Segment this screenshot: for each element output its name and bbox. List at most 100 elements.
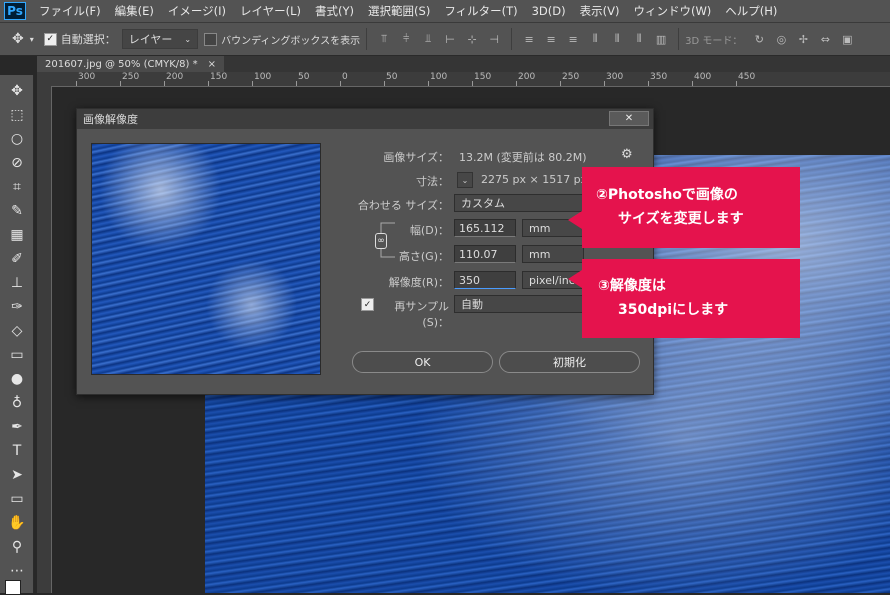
path-select-tool-icon[interactable]: ➤ bbox=[6, 465, 28, 485]
align-top-icon[interactable]: ⫪ bbox=[377, 32, 391, 46]
callout-resize-line1: ②Photoshoで画像の bbox=[596, 187, 738, 203]
resample-dropdown[interactable]: 自動 bbox=[454, 295, 584, 313]
bounding-box-checkbox[interactable] bbox=[204, 32, 218, 46]
dodge-tool-icon[interactable]: ♁ bbox=[6, 393, 28, 413]
reset-button[interactable]: 初期化 bbox=[499, 351, 640, 373]
document-tab-title: 201607.jpg @ 50% (CMYK/8) * bbox=[45, 58, 198, 70]
marquee-tool-icon[interactable]: ⬚ bbox=[6, 105, 28, 125]
align-right-icon[interactable]: ⊣ bbox=[487, 32, 501, 46]
ruler-tick-label: 250 bbox=[122, 72, 140, 82]
close-button[interactable]: ✕ bbox=[609, 111, 649, 126]
hand-tool-icon[interactable]: ✋ bbox=[6, 513, 28, 533]
auto-select-checkbox[interactable]: ✓ bbox=[43, 32, 57, 46]
brush-tool-icon[interactable]: ✐ bbox=[6, 249, 28, 269]
ruler-tick-label: 200 bbox=[166, 72, 184, 82]
width-input[interactable]: 165.112 bbox=[454, 219, 516, 237]
distribute-right-icon[interactable]: ⦀ bbox=[632, 32, 646, 46]
menu-help[interactable]: ヘルプ(H) bbox=[718, 3, 784, 19]
height-input[interactable]: 110.07 bbox=[454, 245, 516, 263]
auto-select-target-value: レイヤー bbox=[128, 33, 173, 46]
dimensions-label: 寸法： bbox=[416, 175, 449, 188]
history-brush-tool-icon[interactable]: ✑ bbox=[6, 297, 28, 317]
document-tab[interactable]: 201607.jpg @ 50% (CMYK/8) * × bbox=[37, 56, 224, 72]
auto-select-target-dropdown[interactable]: レイヤー ⌄ bbox=[121, 29, 199, 49]
more-tools-icon[interactable]: ⋯ bbox=[6, 561, 28, 581]
distribute-bottom-icon[interactable]: ≡ bbox=[566, 32, 580, 46]
distribute-top-icon[interactable]: ≡ bbox=[522, 32, 536, 46]
3d-scale-icon[interactable]: ▣ bbox=[840, 32, 854, 46]
height-unit-dropdown[interactable]: mm bbox=[522, 245, 584, 263]
chevron-down-icon: ⌄ bbox=[184, 34, 192, 44]
menu-type[interactable]: 書式(Y) bbox=[308, 3, 361, 19]
ruler-tick-label: 150 bbox=[210, 72, 228, 82]
dimensions-unit-dropdown[interactable]: ⌄ bbox=[457, 172, 473, 188]
zoom-tool-icon[interactable]: ⚲ bbox=[6, 537, 28, 557]
image-size-dialog: 画像解像度 ✕ 画像サイズ： 13.2M (変更前は 80.2M) ⚙ 寸法： … bbox=[76, 108, 654, 395]
ruler-tick bbox=[428, 81, 429, 86]
menu-select[interactable]: 選択範囲(S) bbox=[361, 3, 437, 19]
align-hcenter-icon[interactable]: ⊹ bbox=[465, 32, 479, 46]
eyedropper-tool-icon[interactable]: ✎ bbox=[6, 201, 28, 221]
tool-preset-dropdown[interactable]: ▾ bbox=[30, 35, 34, 44]
menu-3d[interactable]: 3D(D) bbox=[525, 4, 573, 18]
fit-to-label: 合わせる サイズ： bbox=[357, 199, 449, 212]
ruler-tick bbox=[76, 81, 77, 86]
3d-slide-icon[interactable]: ⇔ bbox=[818, 32, 832, 46]
menu-window[interactable]: ウィンドウ(W) bbox=[626, 3, 718, 19]
ruler-tick-label: 300 bbox=[606, 72, 624, 82]
callout-resolution: ③解像度は 350dpiにします bbox=[568, 259, 800, 338]
photoshop-logo: Ps bbox=[4, 2, 26, 20]
distribute-left-icon[interactable]: ⦀ bbox=[588, 32, 602, 46]
fit-to-dropdown[interactable]: カスタム bbox=[454, 194, 584, 212]
callout-resolution-line1: ③解像度は bbox=[598, 278, 666, 294]
menu-edit[interactable]: 編集(E) bbox=[108, 3, 161, 19]
close-icon[interactable]: × bbox=[208, 59, 216, 70]
3d-roll-icon[interactable]: ◎ bbox=[774, 32, 788, 46]
3d-pan-icon[interactable]: ✢ bbox=[796, 32, 810, 46]
3d-rotate-icon[interactable]: ↻ bbox=[752, 32, 766, 46]
dimensions-value: 2275 px × 1517 px bbox=[481, 173, 588, 186]
distribute-hcenter-icon[interactable]: ⦀ bbox=[610, 32, 624, 46]
ok-button[interactable]: OK bbox=[352, 351, 493, 373]
pen-tool-icon[interactable]: ✒ bbox=[6, 417, 28, 437]
eraser-tool-icon[interactable]: ◇ bbox=[6, 321, 28, 341]
ruler-tick-label: 350 bbox=[650, 72, 668, 82]
distribute-vcenter-icon[interactable]: ≡ bbox=[544, 32, 558, 46]
gear-icon[interactable]: ⚙ bbox=[621, 147, 633, 162]
align-bottom-icon[interactable]: ⫫ bbox=[421, 32, 435, 46]
callout-resize-image: ②Photoshoで画像の サイズを変更します bbox=[568, 167, 800, 248]
menu-layer[interactable]: レイヤー(L) bbox=[233, 3, 308, 19]
type-tool-icon[interactable]: T bbox=[6, 441, 28, 461]
ruler-tick bbox=[516, 81, 517, 86]
menu-bar: Ps ファイル(F) 編集(E) イメージ(I) レイヤー(L) 書式(Y) 選… bbox=[0, 0, 890, 22]
auto-align-icon[interactable]: ▥ bbox=[654, 32, 668, 46]
ruler-tick-label: 50 bbox=[298, 72, 310, 82]
align-vcenter-icon[interactable]: ⫩ bbox=[399, 32, 413, 46]
move-tool-icon[interactable]: ✥ bbox=[6, 81, 28, 101]
rectangle-tool-icon[interactable]: ▭ bbox=[6, 489, 28, 509]
ruler-tick-label: 450 bbox=[738, 72, 756, 82]
clone-stamp-tool-icon[interactable]: ⊥ bbox=[6, 273, 28, 293]
gradient-tool-icon[interactable]: ▭ bbox=[6, 345, 28, 365]
auto-select-label: 自動選択： bbox=[60, 33, 116, 46]
dialog-title: 画像解像度 bbox=[83, 113, 138, 126]
image-preview[interactable] bbox=[91, 143, 321, 375]
ruler-tick bbox=[164, 81, 165, 86]
menu-view[interactable]: 表示(V) bbox=[573, 3, 627, 19]
blur-tool-icon[interactable]: ● bbox=[6, 369, 28, 389]
align-left-icon[interactable]: ⊢ bbox=[443, 32, 457, 46]
quick-select-tool-icon[interactable]: ⊘ bbox=[6, 153, 28, 173]
callout-resolution-line2: 350dpiにします bbox=[618, 302, 729, 318]
dialog-title-bar[interactable]: 画像解像度 ✕ bbox=[77, 109, 653, 129]
healing-brush-tool-icon[interactable]: ▦ bbox=[6, 225, 28, 245]
lasso-tool-icon[interactable]: ○ bbox=[6, 129, 28, 149]
menu-file[interactable]: ファイル(F) bbox=[32, 3, 108, 19]
resolution-input[interactable]: 350 bbox=[454, 271, 516, 289]
move-tool-icon[interactable]: ✥ bbox=[12, 31, 24, 47]
menu-filter[interactable]: フィルター(T) bbox=[437, 3, 524, 19]
callout-arrow bbox=[568, 211, 582, 229]
crop-tool-icon[interactable]: ⌗ bbox=[6, 177, 28, 197]
width-input-value: 165.112 bbox=[459, 221, 505, 235]
menu-image[interactable]: イメージ(I) bbox=[161, 3, 233, 19]
width-unit-value: mm bbox=[529, 221, 551, 235]
